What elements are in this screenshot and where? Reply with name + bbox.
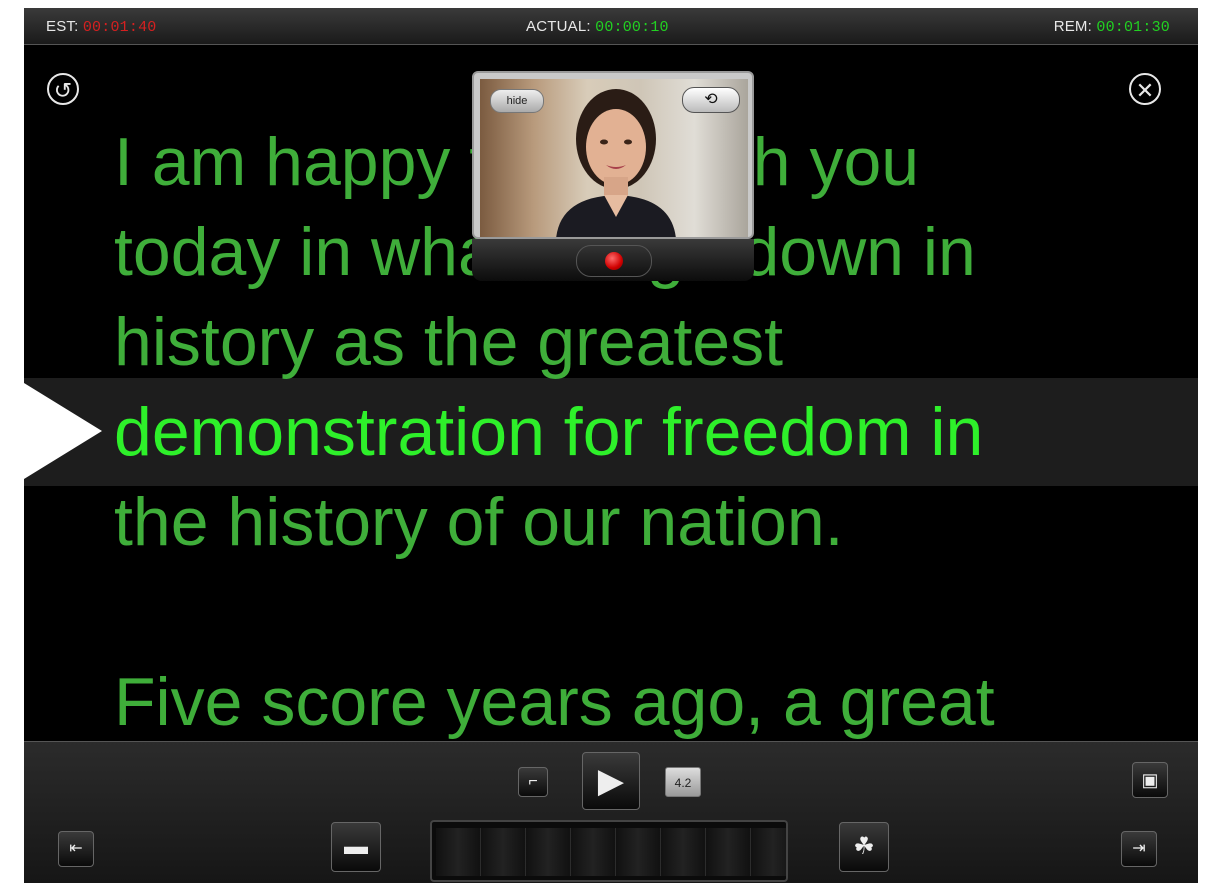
est-value: 00:01:40	[82, 19, 157, 36]
speed-slider[interactable]	[430, 820, 788, 882]
lock-button[interactable]: ⌐	[518, 767, 548, 797]
play-icon: ▶	[597, 762, 625, 800]
record-button[interactable]	[576, 245, 652, 277]
speed-segment	[706, 828, 751, 876]
play-button[interactable]: ▶	[582, 752, 640, 810]
speed-up-button[interactable]: ☘	[839, 822, 889, 872]
control-bar: ⌐ ▶ 4.2 ▣ ⇤ ▬ ☘ ⇥	[24, 741, 1198, 883]
record-icon	[605, 252, 623, 270]
speed-segment	[436, 828, 481, 876]
actual-value: 00:00:10	[595, 19, 669, 36]
hide-camera-button[interactable]: hide	[490, 89, 544, 113]
camera-flip-icon: ⟲	[704, 91, 718, 108]
timer-bar: EST: 00:01:40 ACTUAL: 00:00:10 REM: 00:0…	[24, 8, 1198, 45]
jump-to-end-icon: ⇥	[1132, 840, 1146, 857]
speed-segment	[481, 828, 526, 876]
speed-segment	[526, 828, 571, 876]
camera-record-bar	[472, 239, 754, 281]
close-icon: ✕	[1135, 78, 1155, 103]
speed-segment	[751, 828, 786, 876]
camera-preview-popup: hide ⟲	[472, 71, 754, 281]
script-line: history as the greatest	[114, 304, 784, 380]
speed-value: 4.2	[665, 767, 701, 797]
speed-segment	[616, 828, 661, 876]
speed-segment	[661, 828, 706, 876]
rem-value: 00:01:30	[1096, 19, 1170, 36]
jump-to-start-icon: ⇤	[69, 840, 83, 857]
reading-pointer-icon	[24, 383, 102, 479]
script-line: Five score years ago, a great	[114, 664, 995, 740]
camera-frame: hide ⟲	[472, 71, 754, 239]
reset-icon: ↺	[53, 78, 73, 103]
script-line: the history of our nation.	[114, 484, 844, 560]
camera-video: hide ⟲	[480, 79, 748, 237]
script-line-current: demonstration for freedom in	[114, 394, 984, 470]
reset-button[interactable]: ↺	[47, 73, 79, 105]
rem-label: REM:	[1053, 18, 1092, 35]
estimated-time: EST: 00:01:40	[46, 18, 156, 36]
speed-segment	[571, 828, 616, 876]
rabbit-icon: ☘	[853, 833, 875, 860]
est-label: EST:	[46, 18, 79, 35]
lock-icon: ⌐	[528, 773, 538, 790]
remaining-time: REM: 00:01:30	[1054, 18, 1170, 36]
video-camera-button[interactable]: ▣	[1132, 762, 1168, 798]
teleprompter-screen: EST: 00:01:40 ACTUAL: 00:00:10 REM: 00:0…	[24, 8, 1198, 883]
actual-label: ACTUAL:	[526, 18, 591, 35]
jump-to-start-button[interactable]: ⇤	[58, 831, 94, 867]
close-button[interactable]: ✕	[1129, 73, 1161, 105]
slow-down-button[interactable]: ▬	[331, 822, 381, 872]
turtle-icon: ▬	[344, 833, 368, 860]
jump-to-end-button[interactable]: ⇥	[1121, 831, 1157, 867]
person-image	[556, 89, 676, 237]
actual-time: ACTUAL: 00:00:10	[526, 18, 669, 36]
video-camera-icon: ▣	[1141, 770, 1159, 790]
camera-flip-button[interactable]: ⟲	[682, 87, 740, 113]
